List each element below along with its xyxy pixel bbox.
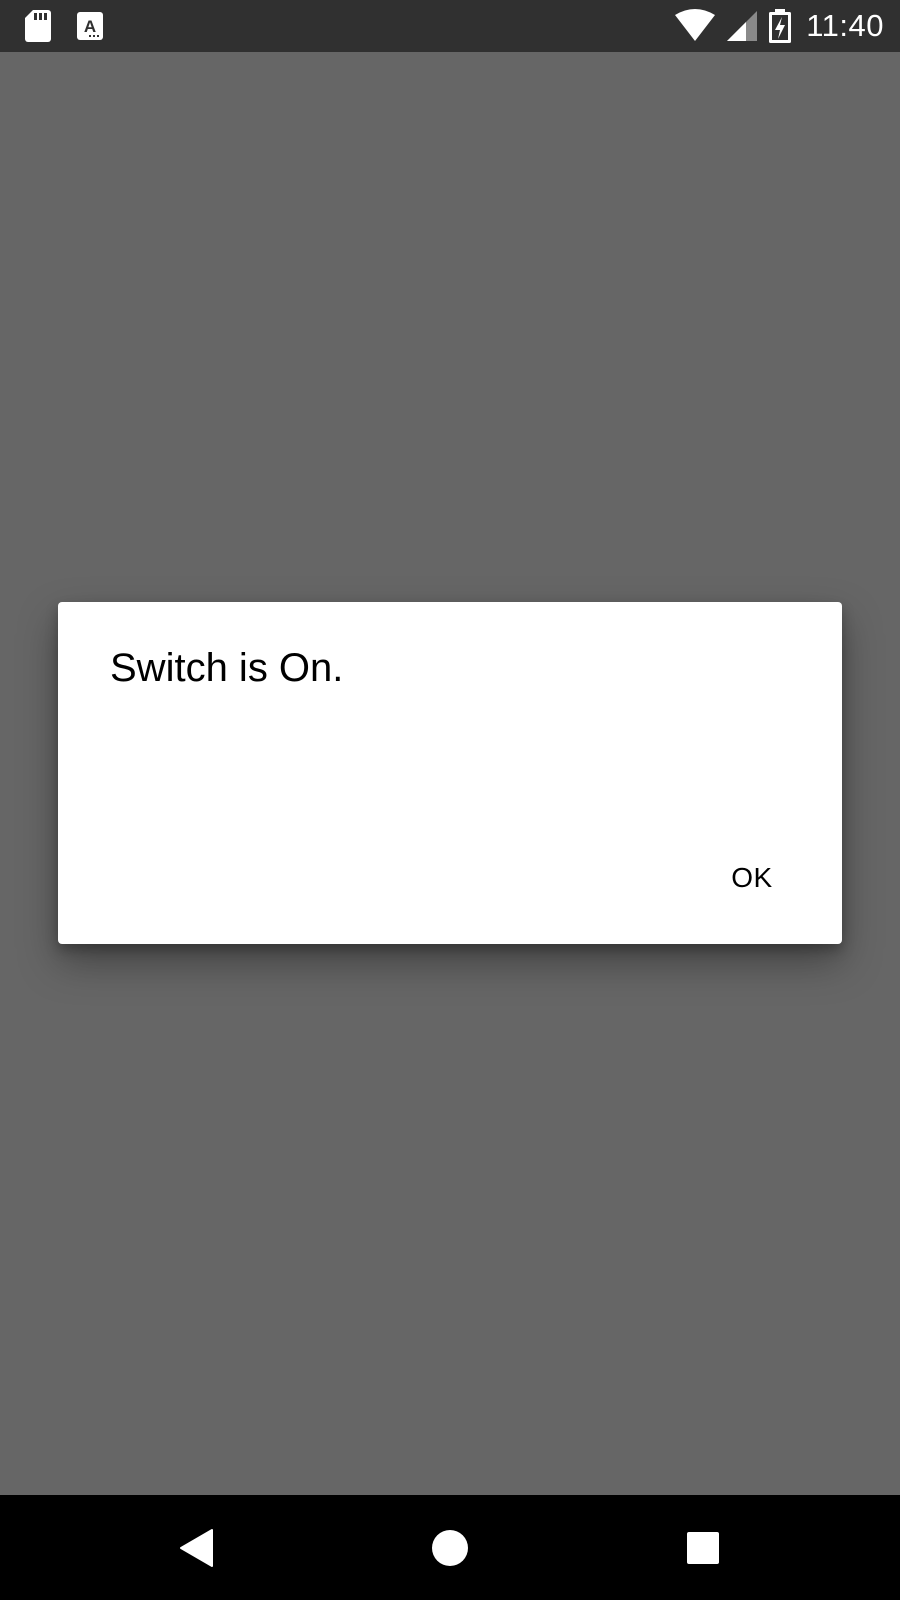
cellular-signal-icon <box>727 11 758 41</box>
sd-card-icon <box>25 10 51 42</box>
text-app-icon: A <box>77 12 103 40</box>
back-button[interactable] <box>137 1495 257 1600</box>
status-time: 11:40 <box>806 8 884 43</box>
navigation-bar <box>0 1495 900 1600</box>
battery-charging-icon <box>769 9 792 43</box>
back-icon <box>180 1528 213 1567</box>
alert-dialog: Switch is On. OK <box>58 602 842 944</box>
ok-button[interactable]: OK <box>708 850 796 906</box>
wifi-icon <box>675 9 716 41</box>
system-icons: 11:40 <box>674 6 884 46</box>
notification-icons: A <box>24 8 104 44</box>
svg-text:A: A <box>84 17 96 36</box>
dialog-message: Switch is On. <box>110 646 344 690</box>
home-icon <box>432 1529 468 1566</box>
home-button[interactable] <box>390 1495 510 1600</box>
status-bar: A 11:40 <box>0 0 900 52</box>
recents-button[interactable] <box>643 1495 763 1600</box>
recents-icon <box>687 1531 719 1564</box>
